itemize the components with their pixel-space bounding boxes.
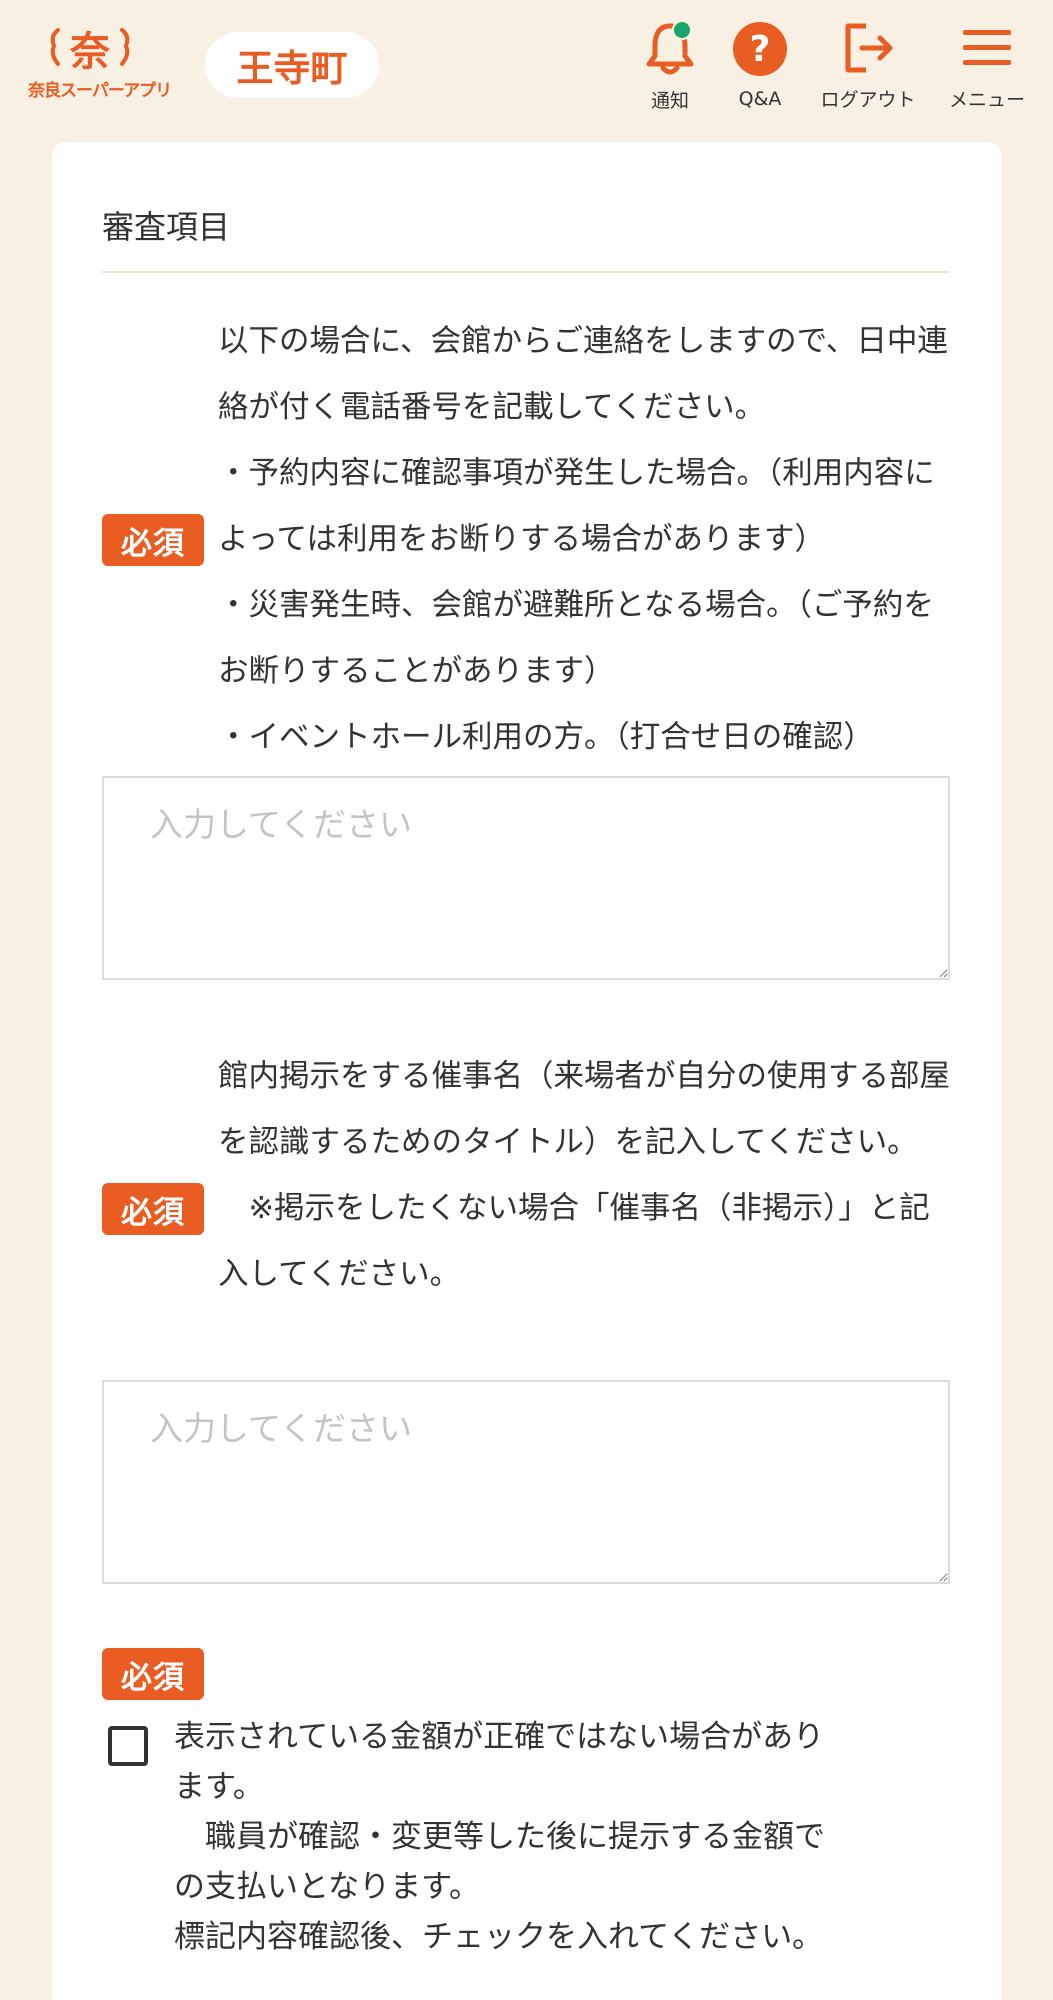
price-confirm-checkbox[interactable] bbox=[108, 1726, 148, 1766]
section-title: 審査項目 bbox=[102, 208, 231, 246]
question-text-line: ・予約内容に確認事項が発生した場合。（利用内容によっては利用をお断りする場合があ… bbox=[218, 456, 935, 557]
notification-button[interactable]: 通知 bbox=[640, 20, 700, 112]
question-text-line: 館内掲示をする催事名（来場者が自分の使用する部屋を認識するためのタイトル）を記入… bbox=[218, 1059, 950, 1160]
confirm-text-line: 標記内容確認後、チェックを入れてください。 bbox=[174, 1919, 824, 1955]
required-badge: 必須 bbox=[102, 1648, 204, 1700]
logo-text: 奈良スーパーアプリ bbox=[28, 81, 172, 101]
hamburger-menu-icon bbox=[963, 29, 1011, 65]
logout-button[interactable]: ログアウト bbox=[812, 20, 924, 112]
phone-input[interactable] bbox=[102, 776, 950, 980]
logout-label: ログアウト bbox=[820, 89, 916, 111]
menu-button[interactable]: メニュー bbox=[942, 20, 1032, 112]
town-selector[interactable]: 王寺町 bbox=[205, 32, 379, 98]
required-badge: 必須 bbox=[102, 1183, 204, 1235]
confirm-text-line: 表示されている金額が正確ではない場合があります。 bbox=[174, 1719, 825, 1805]
app-logo[interactable]: 奈 奈良スーパーアプリ bbox=[28, 24, 172, 106]
notification-label: 通知 bbox=[650, 90, 689, 112]
qa-label: Q&A bbox=[738, 88, 782, 110]
logo-emblem-icon: 奈 bbox=[50, 28, 130, 74]
price-confirm-text: 表示されている金額が正確ではない場合があります。 職員が確認・変更等した後に提示… bbox=[174, 1712, 834, 1962]
divider bbox=[102, 271, 950, 273]
app-header: 奈 奈良スーパーアプリ 王寺町 通知 ? Q&A ログアウト メニュー bbox=[0, 0, 1053, 140]
question-text-line: 以下の場合に、会館からご連絡をしますので、日中連絡が付く電話番号を記載してくださ… bbox=[218, 324, 948, 425]
required-badge: 必須 bbox=[102, 514, 204, 566]
logout-icon bbox=[845, 23, 893, 72]
menu-label: メニュー bbox=[948, 89, 1025, 111]
price-confirm-row: 表示されている金額が正確ではない場合があります。 職員が確認・変更等した後に提示… bbox=[108, 1712, 908, 1962]
help-icon: ? bbox=[733, 22, 787, 76]
logo-glyph: 奈 bbox=[69, 29, 110, 74]
question-text-line: ・イベントホール利用の方。（打合せ日の確認） bbox=[218, 720, 874, 755]
qa-button[interactable]: ? Q&A bbox=[730, 20, 790, 112]
question-phone-text: 以下の場合に、会館からご連絡をしますので、日中連絡が付く電話番号を記載してくださ… bbox=[218, 309, 958, 771]
question-text-line: ※掲示をしたくない場合「催事名（非掲示）」と記入してください。 bbox=[218, 1191, 930, 1292]
question-text-line: ・災害発生時、会館が避難所となる場合。（ご予約をお断りすることがあります） bbox=[218, 588, 934, 689]
bell-icon bbox=[646, 20, 694, 75]
review-items-card: 審査項目 必須 以下の場合に、会館からご連絡をしますので、日中連絡が付く電話番号… bbox=[52, 142, 1002, 2000]
event-name-input[interactable] bbox=[102, 1380, 950, 1584]
svg-text:?: ? bbox=[750, 29, 771, 70]
confirm-text-line: 職員が確認・変更等した後に提示する金額での支払いとなります。 bbox=[174, 1819, 825, 1905]
question-event-name-text: 館内掲示をする催事名（来場者が自分の使用する部屋を認識するためのタイトル）を記入… bbox=[218, 1044, 958, 1308]
